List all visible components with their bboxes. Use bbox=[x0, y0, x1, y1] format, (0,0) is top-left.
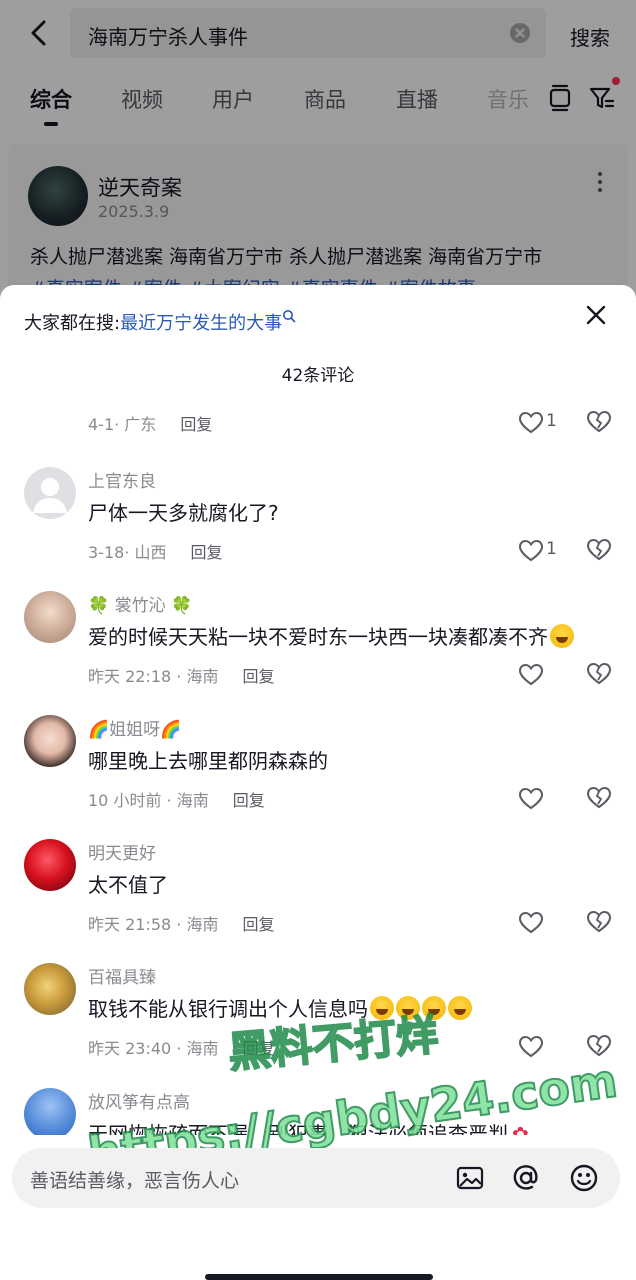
comment-meta: 10 小时前 · 海南 回复 bbox=[88, 787, 265, 811]
trending-prefix: 大家都在搜: bbox=[24, 313, 121, 334]
reply-button[interactable]: 回复 bbox=[242, 667, 274, 686]
like-count: 1 bbox=[546, 411, 557, 431]
user-name[interactable]: 百福具臻 bbox=[88, 963, 156, 988]
user-avatar[interactable] bbox=[24, 839, 76, 891]
close-icon[interactable] bbox=[584, 303, 608, 327]
default-avatar-icon bbox=[33, 478, 67, 513]
comment-time: 昨天 22:18 · 海南 bbox=[88, 667, 219, 686]
comment-time: 3-18· 山西 bbox=[88, 543, 167, 562]
home-indicator bbox=[205, 1274, 433, 1280]
user-name[interactable]: 🌈姐姐呀🌈 bbox=[88, 715, 181, 740]
image-icon[interactable] bbox=[454, 1162, 486, 1194]
dislike-broken-heart-icon[interactable] bbox=[586, 537, 612, 563]
mention-icon[interactable] bbox=[510, 1162, 542, 1194]
like-heart-icon[interactable] bbox=[518, 785, 544, 813]
comment-time: 昨天 23:40 · 海南 bbox=[88, 1039, 219, 1058]
like-heart-icon[interactable] bbox=[518, 661, 544, 689]
comment-input[interactable]: 善语结善缘，恶言伤人心 bbox=[12, 1148, 620, 1208]
user-name[interactable]: 明天更好 bbox=[88, 839, 156, 864]
trending-link[interactable]: 最近万宁发生的大事 bbox=[120, 313, 282, 334]
user-name[interactable]: 放风筝有点高 bbox=[88, 1088, 190, 1113]
comment-time: 昨天 21:58 · 海南 bbox=[88, 915, 219, 934]
like-count: 1 bbox=[546, 539, 557, 559]
reply-button[interactable]: 回复 bbox=[191, 543, 223, 562]
reply-button[interactable]: 回复 bbox=[233, 791, 265, 810]
comment-text: 爱的时候天天粘一块不爱时东一块西一块凑都凑不齐 bbox=[88, 621, 574, 650]
dislike-broken-heart-icon[interactable] bbox=[586, 909, 612, 935]
comment-meta: 4-1· 广东 回复 bbox=[88, 411, 212, 435]
reply-button[interactable]: 回复 bbox=[180, 415, 212, 434]
user-avatar[interactable] bbox=[24, 591, 76, 643]
like-heart-icon[interactable] bbox=[518, 537, 544, 565]
comment-meta: 3-18· 山西 回复 bbox=[88, 539, 223, 563]
dislike-broken-heart-icon[interactable] bbox=[586, 661, 612, 687]
like-heart-icon[interactable] bbox=[518, 1033, 544, 1061]
comment-input-placeholder: 善语结善缘，恶言伤人心 bbox=[30, 1170, 240, 1192]
comment-text: 尸体一天多就腐化了? bbox=[88, 501, 279, 525]
comment-text-body: 爱的时候天天粘一块不爱时东一块西一块凑都凑不齐 bbox=[88, 625, 548, 649]
comment-text: 太不值了 bbox=[88, 873, 168, 897]
comment-count: 42条评论 bbox=[281, 366, 355, 386]
comment-text: 哪里晚上去哪里都阴森森的 bbox=[88, 749, 328, 773]
comment-time: 10 小时前 · 海南 bbox=[88, 791, 209, 810]
user-avatar[interactable] bbox=[24, 467, 76, 519]
user-avatar[interactable] bbox=[24, 963, 76, 1015]
like-heart-icon[interactable] bbox=[518, 909, 544, 937]
comment-time: 4-1· 广东 bbox=[88, 415, 157, 434]
comment-meta: 昨天 22:18 · 海南 回复 bbox=[88, 663, 274, 687]
search-small-icon bbox=[283, 310, 296, 323]
user-name[interactable]: 上官东良 bbox=[88, 467, 156, 492]
reply-button[interactable]: 回复 bbox=[242, 915, 274, 934]
dislike-broken-heart-icon[interactable] bbox=[586, 409, 612, 435]
comment-meta: 昨天 21:58 · 海南 回复 bbox=[88, 911, 274, 935]
trending-search[interactable]: 大家都在搜:最近万宁发生的大事 bbox=[24, 309, 296, 335]
thinking-emoji-icon bbox=[550, 624, 574, 648]
dislike-broken-heart-icon[interactable] bbox=[586, 785, 612, 811]
emoji-icon[interactable] bbox=[568, 1162, 600, 1194]
laughing-emoji-icon bbox=[448, 996, 472, 1020]
like-heart-icon[interactable] bbox=[518, 409, 544, 437]
user-name[interactable]: 🍀 裳竹沁 🍀 bbox=[88, 591, 192, 616]
user-avatar[interactable] bbox=[24, 715, 76, 767]
user-avatar[interactable] bbox=[24, 1088, 76, 1140]
